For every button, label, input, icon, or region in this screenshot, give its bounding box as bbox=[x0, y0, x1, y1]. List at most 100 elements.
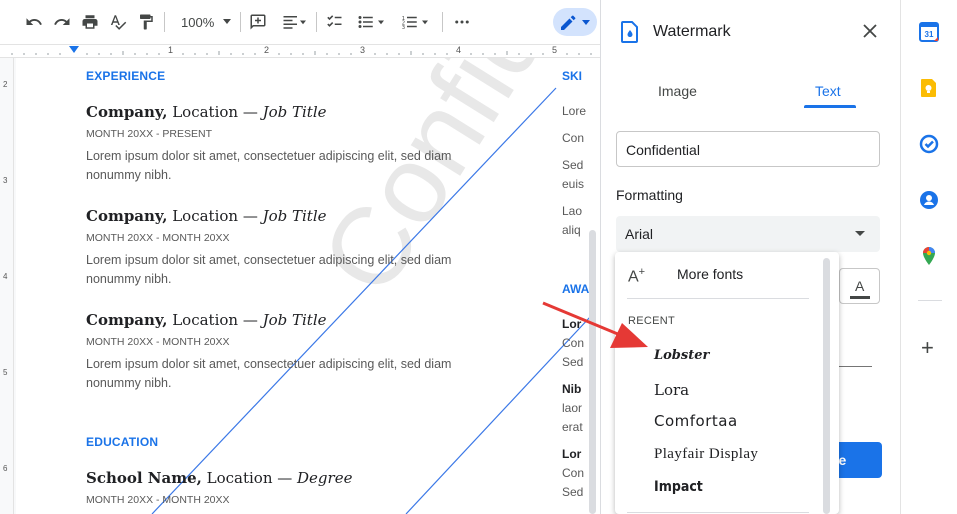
app-window: 100% 123 1 2 3 4 5 2 3 4 5 6 EXPERIENCE … bbox=[0, 0, 957, 514]
job-title: Job Title bbox=[262, 311, 327, 329]
add-comment-icon[interactable] bbox=[246, 10, 270, 34]
undo-icon[interactable] bbox=[22, 10, 46, 34]
job-location: Location — bbox=[167, 311, 263, 329]
tasks-icon[interactable] bbox=[919, 134, 939, 159]
numbered-list-icon[interactable]: 123 bbox=[396, 10, 436, 34]
awards-line: Sed bbox=[562, 355, 584, 369]
checklist-icon[interactable] bbox=[322, 10, 346, 34]
edit-mode-icon bbox=[561, 15, 590, 30]
menu-divider bbox=[627, 298, 809, 299]
ruler-number: 3 bbox=[360, 45, 366, 55]
school-location: Location — bbox=[201, 469, 298, 487]
font-select-value: Arial bbox=[625, 226, 654, 242]
color-swatch bbox=[850, 296, 870, 299]
awards-line: Con bbox=[562, 466, 585, 480]
skills-line: Lore bbox=[562, 104, 587, 118]
ruler-number: 5 bbox=[3, 368, 8, 377]
job-date: MONTH 20XX - MONTH 20XX bbox=[86, 232, 230, 244]
align-icon[interactable] bbox=[276, 10, 312, 34]
ruler-number: 6 bbox=[3, 464, 8, 473]
skills-line: Sed bbox=[562, 158, 584, 172]
menu-divider bbox=[627, 512, 809, 513]
dropdown-scrollbar[interactable] bbox=[823, 258, 830, 514]
edit-mode-button[interactable] bbox=[553, 8, 597, 36]
awards-line: Nib bbox=[562, 382, 582, 396]
section-heading-awards: AWA bbox=[562, 282, 590, 296]
svg-text:3: 3 bbox=[402, 25, 405, 31]
job-heading: Company, Location — Job Title bbox=[86, 103, 327, 121]
job-date: MONTH 20XX - MONTH 20XX bbox=[86, 336, 230, 348]
document-scrollbar[interactable] bbox=[589, 230, 596, 514]
print-icon[interactable] bbox=[78, 10, 102, 34]
awards-line: erat bbox=[562, 420, 583, 434]
font-option-lobster[interactable]: Lobster bbox=[654, 348, 709, 363]
job-description: Lorem ipsum dolor sit amet, consectetuer… bbox=[86, 357, 452, 390]
job-description: Lorem ipsum dolor sit amet, consectetuer… bbox=[86, 149, 452, 182]
awards-line: Lor bbox=[562, 447, 582, 461]
text-color-label: A bbox=[855, 278, 865, 294]
font-option-impact[interactable]: Impact bbox=[654, 479, 703, 495]
job-description: Lorem ipsum dolor sit amet, consectetuer… bbox=[86, 253, 452, 286]
skills-line: aliq bbox=[562, 223, 581, 237]
school-name: School Name, bbox=[86, 469, 202, 487]
more-fonts-label: More fonts bbox=[677, 266, 744, 282]
job-title: Job Title bbox=[262, 207, 327, 225]
toolbar-divider bbox=[442, 12, 443, 32]
document-canvas[interactable]: Confidential EXPERIENCE Company, Locatio… bbox=[14, 58, 600, 514]
skills-line: Lao bbox=[562, 204, 583, 218]
calendar-day: 31 bbox=[925, 30, 934, 39]
font-select[interactable]: Arial bbox=[616, 216, 880, 252]
skills-line: Con bbox=[562, 131, 585, 145]
awards-line: Con bbox=[562, 336, 585, 350]
horizontal-ruler: 1 2 3 4 5 bbox=[0, 44, 600, 58]
font-option-playfair-display[interactable]: Playfair Display bbox=[654, 446, 758, 463]
rail-divider bbox=[918, 300, 942, 301]
tab-text[interactable]: Text bbox=[815, 83, 841, 99]
keep-icon[interactable] bbox=[919, 78, 939, 103]
chevron-down-icon bbox=[855, 231, 865, 236]
font-option-lora[interactable]: Lora bbox=[654, 381, 689, 399]
ruler-ticks bbox=[11, 51, 592, 55]
ruler-number: 4 bbox=[456, 45, 462, 55]
job-location: Location — bbox=[167, 207, 263, 225]
indent-marker[interactable] bbox=[69, 46, 79, 53]
recent-label: RECENT bbox=[628, 315, 676, 327]
more-icon[interactable] bbox=[450, 10, 474, 34]
job-location: Location — bbox=[167, 103, 263, 121]
ruler-number: 1 bbox=[168, 45, 174, 55]
spellcheck-icon[interactable] bbox=[106, 10, 130, 34]
awards-line: laor bbox=[562, 401, 583, 415]
company-name: Company, bbox=[86, 207, 168, 225]
side-rail: 31 + bbox=[900, 0, 957, 514]
redo-icon[interactable] bbox=[50, 10, 74, 34]
paint-format-icon[interactable] bbox=[134, 10, 158, 34]
calendar-icon[interactable]: 31 bbox=[919, 22, 939, 47]
contacts-icon[interactable] bbox=[919, 190, 939, 215]
ruler-number: 2 bbox=[3, 80, 8, 89]
company-name: Company, bbox=[86, 311, 168, 329]
job-title: Job Title bbox=[262, 103, 327, 121]
ruler-number: 4 bbox=[3, 272, 8, 281]
zoom-value: 100% bbox=[181, 14, 215, 30]
maps-icon[interactable] bbox=[919, 246, 939, 271]
ruler-number: 5 bbox=[552, 45, 558, 55]
vertical-ruler: 2 3 4 5 6 bbox=[0, 58, 14, 514]
more-fonts-item[interactable]: A+ More fonts bbox=[615, 252, 825, 296]
company-name: Company, bbox=[86, 103, 168, 121]
document-page[interactable]: Confidential EXPERIENCE Company, Locatio… bbox=[16, 58, 600, 514]
add-icon[interactable]: + bbox=[921, 335, 934, 361]
watermark-text-input[interactable]: Confidential bbox=[616, 131, 880, 167]
bulleted-list-icon[interactable] bbox=[352, 10, 392, 34]
toolbar-divider bbox=[316, 12, 317, 32]
toolbar-divider bbox=[240, 12, 241, 32]
zoom-select[interactable]: 100% bbox=[171, 10, 235, 34]
skills-line: euis bbox=[562, 177, 585, 191]
tab-image[interactable]: Image bbox=[658, 83, 697, 99]
close-icon[interactable] bbox=[863, 24, 877, 43]
add-font-icon: A+ bbox=[628, 266, 646, 286]
section-heading-experience: EXPERIENCE bbox=[86, 69, 166, 83]
text-color-button[interactable]: A bbox=[839, 268, 880, 304]
section-heading-education: EDUCATION bbox=[86, 435, 159, 449]
awards-line: Sed bbox=[562, 485, 584, 499]
font-option-comfortaa[interactable]: Comfortaa bbox=[654, 412, 738, 430]
